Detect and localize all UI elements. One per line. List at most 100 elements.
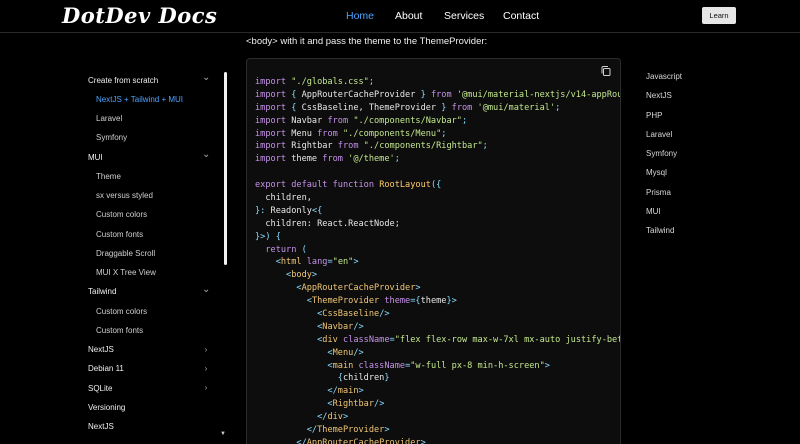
nav-home-link[interactable]: Home	[346, 10, 374, 22]
sidebar-item[interactable]: Laravel	[82, 111, 216, 127]
code-line: import { AppRouterCacheProvider } from '…	[255, 89, 620, 102]
code-token: ThemeProvider	[317, 425, 385, 436]
sidebar-item[interactable]: Custom fonts	[82, 322, 216, 338]
code-token: <	[255, 360, 333, 371]
sidebar-item-label: Symfony	[96, 133, 128, 143]
code-token: >	[311, 270, 318, 281]
sidebar-item[interactable]: Tailwind ⌄	[82, 284, 216, 300]
toc-link[interactable]: MUI	[646, 207, 661, 216]
code-token: >	[544, 360, 550, 371]
sidebar-item[interactable]: Symfony	[82, 130, 216, 146]
code-line: </AppRouterCacheProvider>	[255, 437, 620, 444]
sidebar-item[interactable]: Debian 11 ›	[82, 361, 216, 377]
sidebar-item-label: NextJS	[88, 422, 114, 431]
code-token: }:	[255, 205, 271, 216]
code-token: (	[301, 244, 307, 255]
chevron-down-icon[interactable]: ⌄	[202, 284, 210, 294]
sidebar-item[interactable]: Draggable Scroll	[82, 245, 216, 261]
code-token: children: React.ReactNode;	[255, 218, 400, 229]
code-line: <ThemeProvider theme={theme}>	[255, 295, 620, 308]
code-line: <Navbar/>	[255, 321, 620, 334]
sidebar-item-label: Custom colors	[96, 306, 148, 316]
code-token: AppRouterCacheProvider	[301, 283, 416, 294]
nav-services-link[interactable]: Services	[444, 10, 484, 22]
code-token: >	[353, 257, 359, 268]
learn-button[interactable]: Learn	[702, 7, 736, 24]
sidebar-item[interactable]: Theme	[82, 168, 216, 184]
code-token: Rightbar	[291, 141, 338, 152]
code-line: return (	[255, 244, 620, 257]
toc-link[interactable]: Symfony	[646, 149, 677, 158]
code-line: import Menu from "./components/Menu";	[255, 128, 620, 141]
chevron-down-icon[interactable]: ⌄	[202, 73, 210, 83]
code-token: import	[255, 77, 292, 87]
sidebar-item[interactable]: MUI ⌄	[82, 149, 216, 165]
sidebar-item[interactable]: sx versus styled	[82, 188, 216, 204]
sidebar-item[interactable]: NextJS + Tailwind + MUI	[82, 91, 216, 107]
code-token: Navbar	[322, 321, 354, 332]
code-token: main	[332, 360, 359, 371]
code-line: }: Readonly<{	[255, 205, 620, 218]
code-token: '@mui/material-nextjs/v14-appRouter'	[456, 89, 620, 100]
sidebar-item[interactable]: Custom fonts	[82, 226, 216, 242]
code-token: <	[255, 321, 323, 332]
sidebar-item[interactable]: SQLite ›	[82, 380, 216, 396]
sidebar-item-label: Versioning	[88, 402, 126, 412]
code-line: {children}	[255, 372, 620, 385]
sidebar-item-label: Tailwind	[88, 287, 117, 297]
toc-link[interactable]: Mysql	[646, 168, 667, 177]
code-line: children,	[255, 192, 620, 205]
code-block: import "./globals.css"; import { AppRoute…	[246, 58, 621, 444]
code-token: ThemeProvider	[311, 296, 385, 307]
sidebar-item[interactable]: Custom colors	[82, 303, 216, 319]
code-line: <Menu/>	[255, 347, 620, 360]
sidebar-item[interactable]: MUI X Tree View	[82, 265, 216, 281]
code-token: ;	[555, 102, 561, 113]
chevron-right-icon[interactable]: ›	[202, 384, 210, 392]
sidebar-item-label: SQLite	[88, 383, 113, 393]
code-token: <{	[311, 205, 323, 216]
code-token: export default function	[255, 180, 380, 191]
sidebar-item-label: NextJS	[88, 345, 114, 354]
toc-link[interactable]: NextJS	[646, 91, 672, 100]
toc-link[interactable]: PHP	[646, 111, 662, 120]
code-token: Rightbar	[332, 399, 375, 410]
code-token: </	[255, 437, 307, 444]
code-token: >	[342, 412, 349, 423]
code-line: <html lang="en">	[255, 256, 620, 269]
scroll-down-icon[interactable]: ▼	[220, 431, 226, 437]
code-token: <	[255, 399, 333, 410]
chevron-right-icon[interactable]: ›	[202, 345, 210, 354]
sidebar-item[interactable]: Create from scratch ⌄	[82, 72, 216, 88]
toc-link[interactable]: Javascript	[646, 72, 682, 81]
code-token: "flex flex-row max-w-7xl mx-auto justify…	[394, 334, 621, 345]
code-token: ;	[461, 115, 468, 126]
code-line: }>) {	[255, 231, 620, 244]
toc-link[interactable]: Laravel	[646, 130, 672, 139]
sidebar-item[interactable]: NextJS	[82, 419, 216, 435]
toc-link[interactable]: Tailwind	[646, 226, 674, 235]
chevron-down-icon[interactable]: ⌄	[202, 150, 210, 160]
nav-contact-link[interactable]: Contact	[503, 10, 539, 22]
code-token: '@/theme'	[348, 154, 395, 165]
sidebar-scrollbar[interactable]	[224, 72, 227, 265]
code-line: <CssBaseline/>	[255, 308, 620, 321]
toc-link[interactable]: Prisma	[646, 188, 671, 197]
code-token: }	[384, 373, 390, 384]
code-token: >	[384, 425, 390, 436]
code-token: children,	[255, 193, 312, 204]
nav-about-link[interactable]: About	[395, 10, 422, 22]
sidebar-item[interactable]: NextJS ›	[82, 342, 216, 358]
code-line: export default function RootLayout({	[255, 179, 620, 192]
code-token: }>	[446, 296, 457, 307]
docs-sidebar: Create from scratch ⌄ NextJS + Tailwind + …	[82, 70, 230, 444]
code-token: "./components/Rightbar"	[363, 141, 483, 152]
chevron-right-icon[interactable]: ›	[202, 364, 210, 373]
sidebar-item-label: NextJS + Tailwind + MUI	[96, 94, 183, 104]
sidebar-item[interactable]: Versioning	[82, 399, 216, 415]
code-token: from	[322, 154, 349, 165]
code-line: import Rightbar from "./components/Right…	[255, 140, 620, 153]
sidebar-item[interactable]: Custom colors	[82, 207, 216, 223]
sidebar-item-label: Debian 11	[88, 364, 124, 374]
code-token: <	[255, 257, 281, 268]
